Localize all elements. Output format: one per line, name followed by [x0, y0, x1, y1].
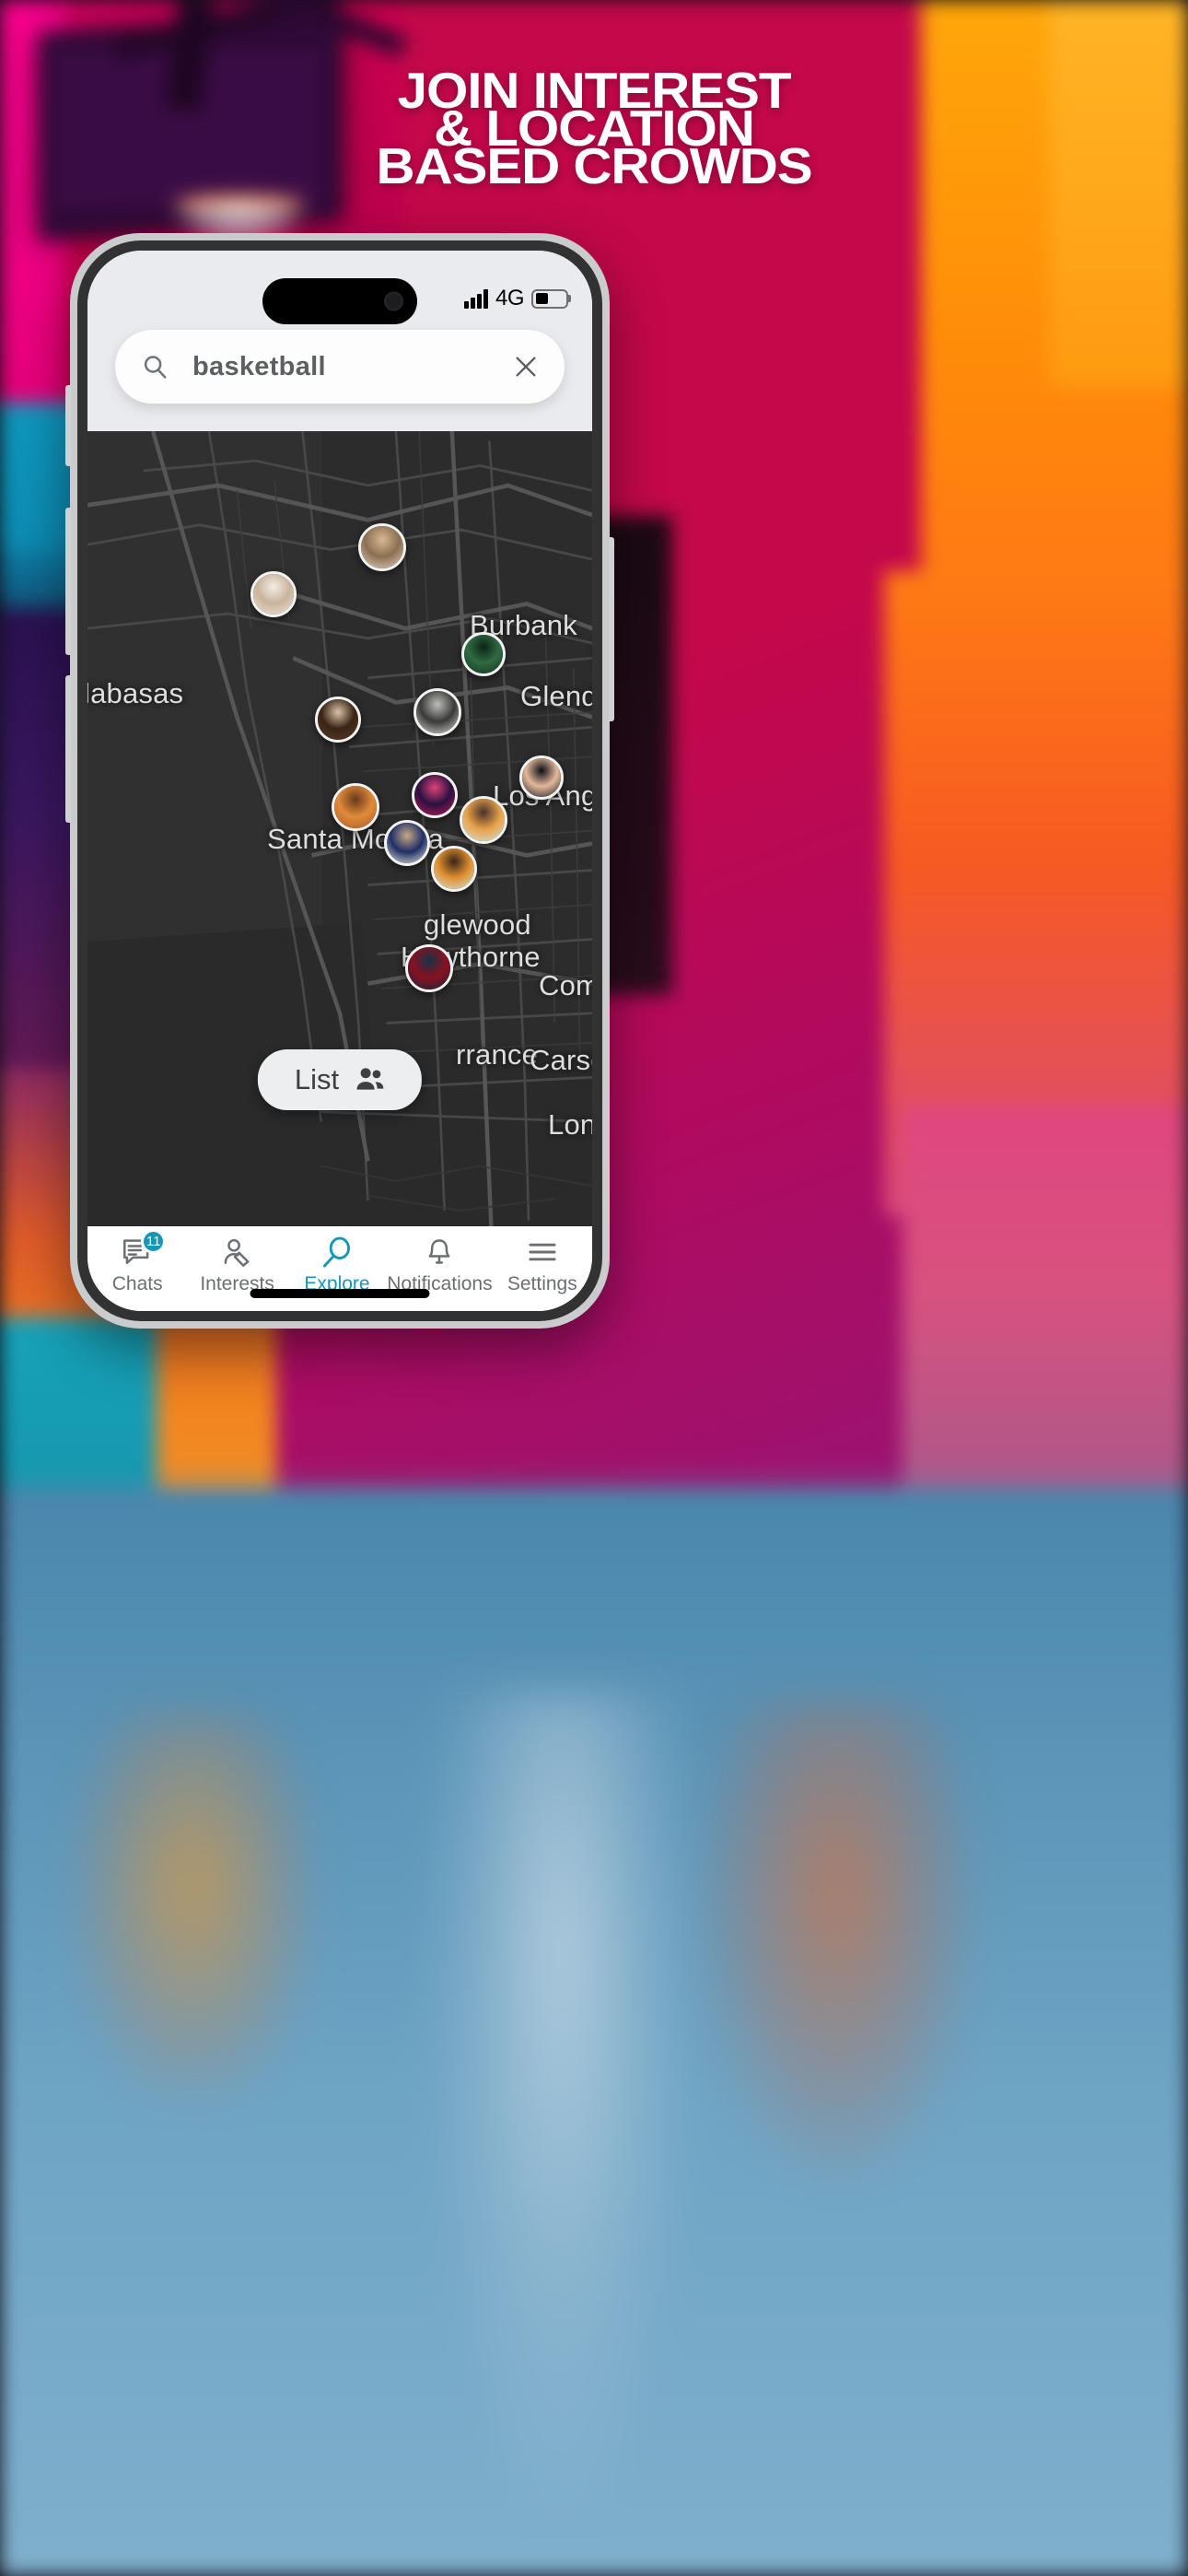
- list-view-button[interactable]: List: [257, 1049, 423, 1110]
- avatar: [253, 574, 294, 615]
- map-label: Glendale: [520, 680, 592, 712]
- power-button[interactable]: [609, 537, 614, 721]
- avatar: [464, 635, 503, 673]
- nav-item-chats[interactable]: 11 Chats: [87, 1229, 187, 1295]
- bottom-navigation[interactable]: 11 Chats Interests Explore Notifications…: [87, 1226, 592, 1311]
- avatar-pin-7[interactable]: [332, 783, 379, 831]
- avatar: [522, 758, 561, 797]
- avatar-pin-1[interactable]: [358, 523, 406, 571]
- map-label: glewood: [424, 908, 531, 941]
- app-header: 4G basketball: [87, 251, 592, 431]
- avatar: [462, 799, 505, 841]
- front-camera-icon: [384, 291, 403, 311]
- status-bar: 4G: [464, 286, 568, 311]
- battery-icon: [531, 288, 568, 309]
- phone-screen: 4G basketball Burbank labasas Glend Los …: [87, 251, 592, 1311]
- map-label: Compton: [539, 969, 592, 1001]
- nav-label-chats: Chats: [111, 1273, 163, 1294]
- headline-line-3: BASED CROWDS: [376, 137, 812, 194]
- search-icon: [144, 356, 167, 379]
- people-icon: [356, 1068, 384, 1090]
- nav-label-settings: Settings: [507, 1273, 577, 1294]
- avatar: [434, 849, 474, 889]
- avatar: [416, 691, 459, 733]
- phone-mockup: 4G basketball Burbank labasas Glend Los …: [65, 233, 614, 1329]
- map-label: Long Beach: [548, 1108, 592, 1141]
- nav-item-settings[interactable]: Settings: [493, 1235, 592, 1295]
- bell-icon: [428, 1239, 450, 1264]
- avatar-pin-6[interactable]: [413, 688, 461, 736]
- avatar-pin-13[interactable]: [405, 944, 453, 992]
- map-label: labasas: [87, 677, 184, 709]
- avatar: [334, 786, 377, 828]
- avatar: [408, 947, 450, 989]
- network-type-label: 4G: [495, 286, 525, 310]
- avatar-pin-2[interactable]: [250, 571, 297, 617]
- magnifier-icon: [322, 1236, 351, 1268]
- avatar: [414, 775, 455, 815]
- map-label: Carson: [530, 1044, 592, 1076]
- avatar-pin-9[interactable]: [460, 796, 507, 844]
- avatar-pin-3[interactable]: [461, 632, 506, 676]
- search-bar[interactable]: basketball: [115, 330, 565, 404]
- signal-bars-icon: [464, 288, 488, 309]
- avatar-pin-12[interactable]: [431, 846, 477, 892]
- avatar-pin-8[interactable]: [412, 772, 458, 818]
- avatar: [361, 526, 403, 568]
- nav-item-explore[interactable]: Explore: [287, 1235, 387, 1295]
- avatar-pin-10[interactable]: [519, 755, 564, 800]
- volume-down-button[interactable]: [65, 675, 71, 823]
- dynamic-island: [262, 278, 417, 324]
- avatar: [318, 699, 358, 740]
- map-label: rrance: [456, 1038, 539, 1071]
- person-tag-icon: [224, 1238, 250, 1267]
- avatar: [387, 823, 427, 863]
- home-indicator: [250, 1289, 430, 1298]
- avatar-pin-5[interactable]: [315, 697, 361, 743]
- mute-switch-button[interactable]: [65, 385, 71, 466]
- avatar-pin-11[interactable]: [384, 820, 430, 866]
- promo-headline: JOIN INTEREST & LOCATION BASED CROWDS: [0, 65, 1188, 194]
- search-input[interactable]: basketball: [192, 352, 513, 382]
- map-view[interactable]: BurbanklabasasGlendalePasadAlhaLos Angel…: [87, 431, 592, 1226]
- hamburger-icon: [529, 1243, 556, 1261]
- nav-item-notifications[interactable]: Notifications: [387, 1235, 493, 1295]
- close-icon[interactable]: [513, 354, 539, 380]
- list-button-label: List: [294, 1063, 340, 1095]
- chats-badge: 11: [141, 1229, 167, 1254]
- volume-up-button[interactable]: [65, 508, 71, 655]
- nav-item-interests[interactable]: Interests: [187, 1235, 286, 1295]
